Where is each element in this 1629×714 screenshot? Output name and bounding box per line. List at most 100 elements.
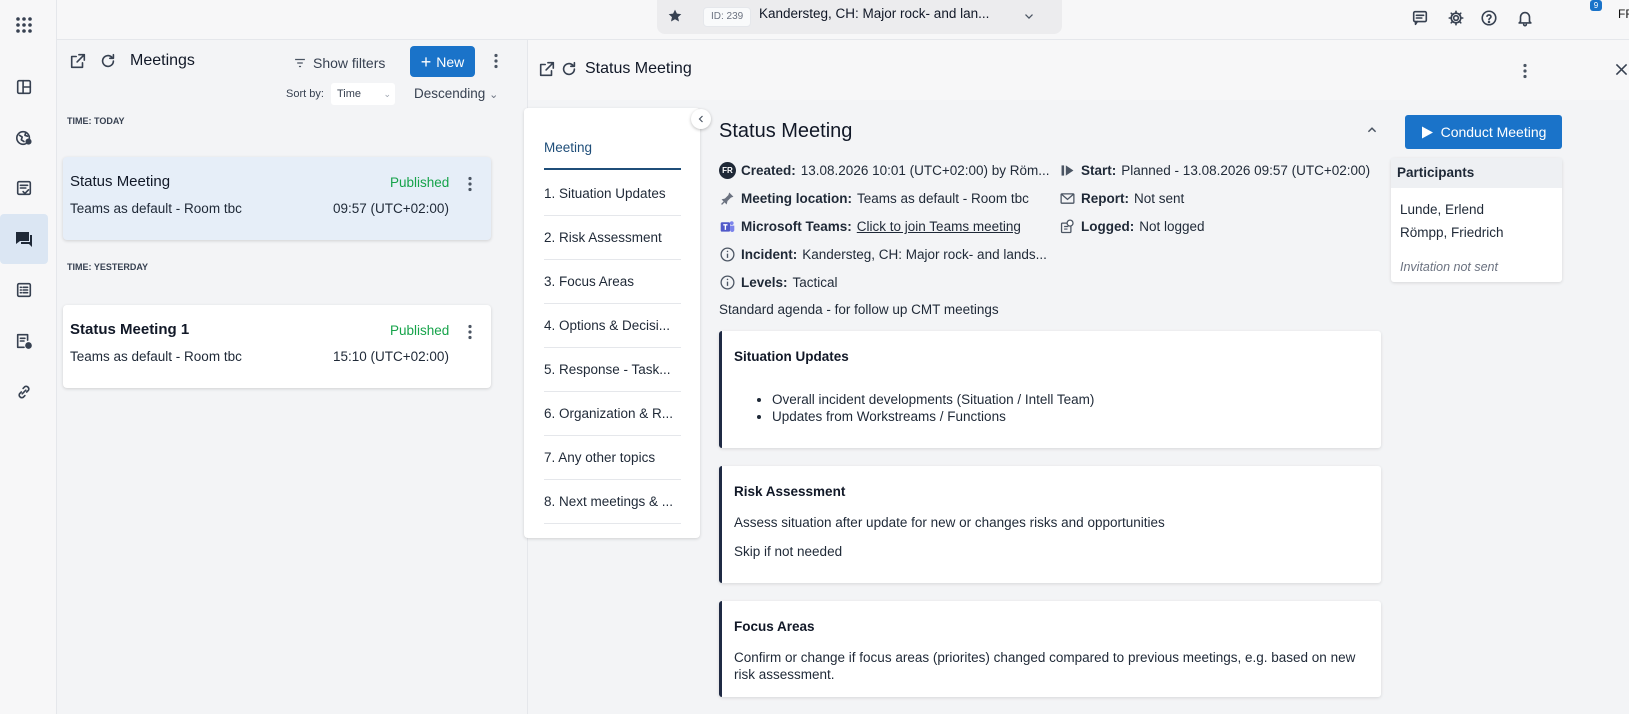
checklist-icon[interactable]: [0, 163, 48, 213]
toc-item[interactable]: 4. Options & Decisi...: [544, 304, 681, 348]
meeting-location: Teams as default - Room tbc: [70, 349, 242, 364]
info-icon: [720, 275, 735, 290]
new-meeting-button[interactable]: + New: [410, 46, 475, 77]
participants-title: Participants: [1391, 158, 1562, 188]
created-info: FR Created: 13.08.2026 10:01 (UTC+02:00) …: [719, 162, 1050, 179]
toc-item[interactable]: 7. Any other topics: [544, 436, 681, 480]
sort-direction-select[interactable]: Descending ⌄: [414, 86, 498, 101]
user-avatar[interactable]: FR: [1618, 6, 1629, 22]
group-header-today: TIME: TODAY: [67, 116, 125, 126]
location-value: Teams as default - Room tbc: [857, 191, 1029, 206]
more-vertical-icon[interactable]: [1517, 62, 1533, 80]
show-filters-button[interactable]: Show filters: [293, 52, 385, 74]
participant-item[interactable]: Römpp, Friedrich: [1400, 225, 1504, 240]
incident-value: Kandersteg, CH: Major rock- and lands...: [802, 247, 1047, 262]
dashboard-icon[interactable]: [0, 62, 48, 112]
meeting-title: Status Meeting 1: [70, 321, 190, 338]
meeting-time: 15:10 (UTC+02:00): [333, 349, 449, 364]
open-external-icon[interactable]: [69, 52, 87, 70]
feedback-icon[interactable]: [1408, 6, 1432, 30]
sort-field-select[interactable]: Time ⌄: [331, 83, 395, 105]
pin-icon: [721, 192, 734, 205]
agenda-title: Risk Assessment: [734, 484, 846, 499]
agenda-bullet: Updates from Workstreams / Functions: [772, 408, 1094, 425]
meeting-time: 09:57 (UTC+02:00): [333, 201, 449, 216]
toc-item[interactable]: 2. Risk Assessment: [544, 216, 681, 260]
sort-by-label: Sort by:: [286, 88, 324, 100]
report-settings-icon[interactable]: [0, 316, 48, 366]
incident-title: Kandersteg, CH: Major rock- and lan...: [759, 6, 990, 21]
collapse-nav-button[interactable]: [691, 109, 711, 129]
play-icon: [1421, 126, 1433, 138]
toc-item[interactable]: 6. Organization & R...: [544, 392, 681, 436]
invitation-status: Invitation not sent: [1400, 260, 1498, 274]
toc-item-meeting[interactable]: Meeting: [544, 126, 681, 170]
agenda-navigation: Meeting 1. Situation Updates 2. Risk Ass…: [524, 108, 700, 538]
detail-header: Status Meeting: [528, 40, 1629, 100]
teams-join-link[interactable]: Click to join Teams meeting: [857, 219, 1021, 234]
levels-value: Tactical: [792, 275, 838, 290]
report-value: Not sent: [1134, 191, 1185, 206]
chevron-down-icon[interactable]: [1022, 9, 1036, 23]
chevron-down-icon: ⌄: [489, 89, 499, 101]
chevron-left-icon: [698, 115, 703, 123]
meeting-card[interactable]: Status Meeting 1 Published Teams as defa…: [63, 305, 491, 388]
star-icon[interactable]: [667, 8, 683, 24]
apps-grid-icon[interactable]: [0, 0, 48, 50]
participant-item[interactable]: Lunde, Erlend: [1400, 202, 1484, 217]
refresh-icon[interactable]: [560, 60, 578, 78]
more-vertical-icon[interactable]: [488, 52, 504, 70]
conduct-meeting-label: Conduct Meeting: [1440, 124, 1547, 140]
agenda-bullets: Overall incident developments (Situation…: [758, 391, 1094, 425]
report-info: Report: Not sent: [1059, 190, 1184, 207]
incident-label: Incident:: [741, 247, 798, 262]
start-icon: [1061, 165, 1074, 176]
list-icon[interactable]: [0, 265, 48, 315]
toc-item[interactable]: 8. Next meetings & ...: [544, 480, 681, 524]
agenda-text: Confirm or change if focus areas (priori…: [734, 650, 1356, 682]
incident-selector[interactable]: ID: 239 Kandersteg, CH: Major rock- and …: [657, 0, 1062, 34]
chevron-up-icon[interactable]: [1366, 124, 1378, 136]
more-vertical-icon[interactable]: [462, 175, 478, 193]
start-info: Start: Planned - 13.08.2026 09:57 (UTC+02…: [1059, 162, 1370, 179]
location-info: Meeting location: Teams as default - Room…: [719, 190, 1029, 207]
teams-icon: [720, 221, 735, 233]
meeting-title: Status Meeting: [70, 173, 171, 190]
detail-header-title: Status Meeting: [585, 60, 692, 77]
meeting-title: Status Meeting: [719, 120, 853, 142]
bell-icon[interactable]: [1513, 6, 1537, 30]
list-title: Meetings: [130, 52, 195, 69]
meeting-card[interactable]: Status Meeting Published Teams as defaul…: [63, 157, 491, 240]
notification-count-badge: 9: [1590, 0, 1602, 11]
globe-pin-icon[interactable]: [0, 113, 48, 163]
link-icon[interactable]: [0, 367, 48, 417]
sort-field-value: Time: [337, 88, 362, 100]
meeting-content: Status Meeting FR Created: 13.08.2026 10:…: [711, 100, 1396, 714]
close-icon[interactable]: [1613, 61, 1629, 78]
levels-label: Levels:: [741, 275, 788, 290]
conduct-meeting-button[interactable]: Conduct Meeting: [1405, 115, 1562, 149]
help-icon[interactable]: [1477, 6, 1501, 30]
open-external-icon[interactable]: [538, 60, 556, 78]
report-label: Report:: [1081, 191, 1129, 206]
incident-info: Incident: Kandersteg, CH: Major rock- and…: [719, 246, 1047, 263]
toc-item[interactable]: 3. Focus Areas: [544, 260, 681, 304]
start-value: Planned - 13.08.2026 09:57 (UTC+02:00): [1121, 163, 1371, 178]
agenda-card-risk-assessment[interactable]: Risk Assessment Assess situation after u…: [719, 466, 1381, 583]
agenda-bullet: Overall incident developments (Situation…: [772, 391, 1094, 408]
group-header-yesterday: TIME: YESTERDAY: [67, 262, 149, 272]
chat-icon[interactable]: [0, 214, 48, 264]
log-icon: [1060, 219, 1074, 234]
logged-value: Not logged: [1139, 219, 1205, 234]
logged-label: Logged:: [1081, 219, 1135, 234]
created-value: 13.08.2026 10:01 (UTC+02:00) by Röm...: [800, 163, 1050, 178]
meeting-location: Teams as default - Room tbc: [70, 201, 242, 216]
agenda-card-focus-areas[interactable]: Focus Areas Confirm or change if focus a…: [719, 601, 1381, 697]
toc-item[interactable]: 1. Situation Updates: [544, 172, 681, 216]
toc-item[interactable]: 5. Response - Task...: [544, 348, 681, 392]
refresh-icon[interactable]: [99, 52, 117, 70]
more-vertical-icon[interactable]: [462, 323, 478, 341]
agenda-card-situation-updates[interactable]: Situation Updates Overall incident devel…: [719, 331, 1381, 448]
gear-icon[interactable]: [1444, 6, 1468, 30]
created-label: Created:: [741, 163, 796, 178]
